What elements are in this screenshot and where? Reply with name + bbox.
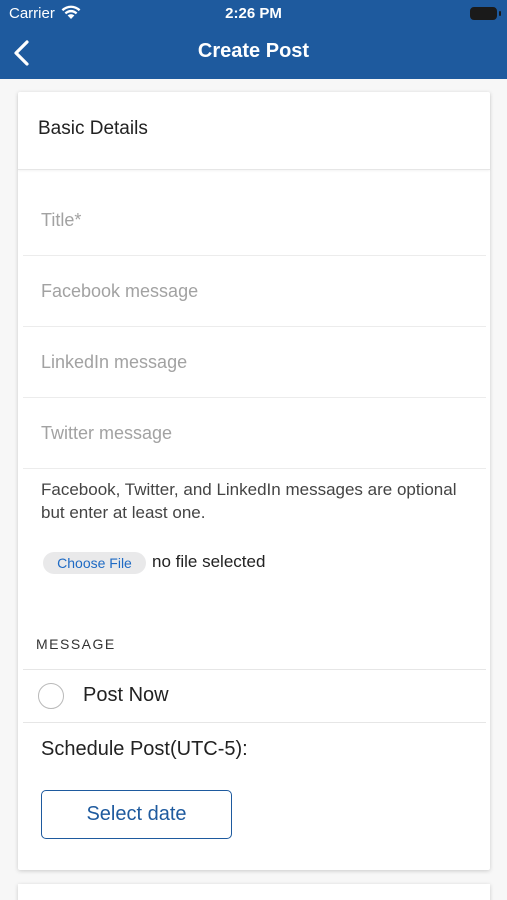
schedule-post-label: Schedule Post(UTC-5):: [41, 738, 248, 760]
post-now-radio[interactable]: [38, 683, 64, 709]
select-date-button[interactable]: Select date: [41, 790, 232, 839]
linkedin-message-field: [23, 327, 486, 398]
status-bar: Carrier 2:26 PM: [0, 0, 507, 28]
basic-details-heading: Basic Details: [38, 118, 148, 139]
title-field: [23, 185, 486, 256]
facebook-message-input[interactable]: [23, 256, 486, 326]
navigation-bar: Create Post: [0, 28, 507, 79]
card-header: Basic Details: [18, 92, 490, 170]
post-now-option[interactable]: Post Now: [23, 670, 486, 722]
basic-details-card: Basic Details Facebook, Twitter, and Lin…: [18, 92, 490, 870]
next-card: [18, 884, 490, 900]
messages-hint: Facebook, Twitter, and LinkedIn messages…: [41, 480, 457, 522]
file-status: no file selected: [152, 552, 266, 571]
status-time: 2:26 PM: [225, 5, 282, 22]
battery-icon: [470, 7, 501, 20]
twitter-message-input[interactable]: [23, 398, 486, 468]
title-input[interactable]: [23, 185, 486, 255]
page-title: Create Post: [197, 40, 310, 62]
linkedin-message-input[interactable]: [23, 327, 486, 397]
choose-file-button[interactable]: Choose File: [43, 552, 146, 574]
twitter-message-field: [23, 398, 486, 469]
message-section-label: MESSAGE: [36, 636, 116, 652]
post-now-label: Post Now: [83, 684, 169, 706]
facebook-message-field: [23, 256, 486, 327]
divider: [23, 722, 486, 723]
